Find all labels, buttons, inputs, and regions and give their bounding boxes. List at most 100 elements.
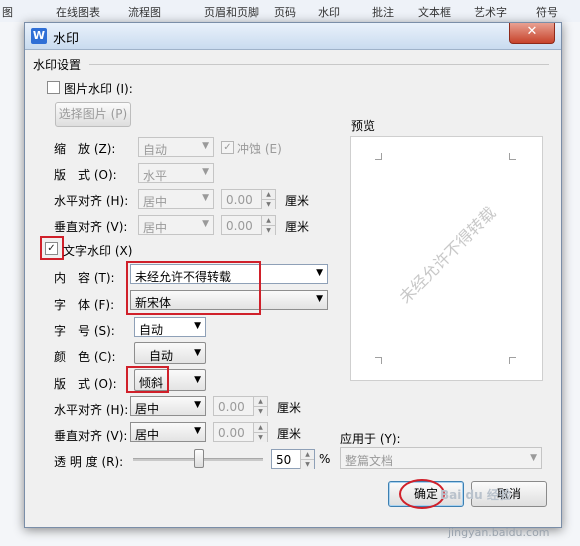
- chevron-down-icon: ▼: [202, 167, 209, 177]
- chevron-down-icon: ▼: [202, 141, 209, 151]
- color-picker[interactable]: 自动 ▼: [134, 342, 206, 364]
- select-picture-button[interactable]: 选择图片 (P): [55, 102, 131, 127]
- apply-to-label: 应用于 (Y):: [340, 432, 401, 446]
- apply-to-select[interactable]: 整篇文档 ▼: [340, 447, 542, 469]
- spin-up-icon[interactable]: ▲: [253, 423, 267, 432]
- background-ribbon: 图 在线图表 流程图 页眉和页脚 页码 水印 批注 文本框 艺术字 符号: [0, 0, 580, 23]
- picture-h-unit: 厘米: [285, 194, 310, 208]
- picture-v-offset-value: 0.00: [226, 219, 253, 233]
- spin-down-icon[interactable]: ▼: [261, 225, 275, 235]
- font-label: 字 体 (F):: [54, 298, 115, 312]
- dialog-titlebar[interactable]: W 水印 ✕: [25, 23, 561, 50]
- picture-h-align-select[interactable]: 居中 ▼: [138, 189, 214, 209]
- text-v-align-label: 垂直对齐 (V):: [54, 429, 128, 443]
- spin-down-icon[interactable]: ▼: [300, 459, 314, 469]
- text-h-align-value: 居中: [135, 402, 160, 416]
- content-label: 内 容 (T):: [54, 271, 115, 285]
- text-h-align-label: 水平对齐 (H):: [54, 403, 129, 417]
- text-watermark-label: 文字水印 (X): [63, 244, 133, 258]
- picture-v-offset-spinner[interactable]: 0.00 ▲ ▼: [221, 215, 276, 235]
- text-v-align-value: 居中: [135, 428, 160, 442]
- apply-to-value: 整篇文档: [345, 454, 394, 468]
- ribbon-item: 批注: [372, 6, 394, 19]
- baidu-logo-watermark: Bai du 经验: [440, 488, 511, 502]
- text-v-offset-spinner[interactable]: 0.00 ▲ ▼: [213, 422, 268, 442]
- highlight-content-font-annotation: [126, 261, 261, 315]
- ribbon-item: 图: [2, 6, 13, 19]
- wps-app-icon: W: [31, 28, 47, 44]
- highlight-checkbox-annotation: [40, 236, 64, 260]
- margin-corner-mark: [375, 153, 382, 160]
- washout-checkbox[interactable]: ✓: [221, 141, 234, 154]
- washout-label: 冲蚀 (E): [237, 142, 282, 156]
- spin-down-icon[interactable]: ▼: [253, 432, 267, 442]
- chevron-down-icon: ▼: [202, 193, 209, 203]
- scale-value: 自动: [143, 143, 168, 157]
- transparency-slider-thumb[interactable]: [194, 449, 204, 468]
- ribbon-item: 流程图: [128, 6, 161, 19]
- text-layout-label: 版 式 (O):: [54, 377, 117, 391]
- preview-area: 未经允许不得转载: [350, 136, 543, 381]
- highlight-layout-annotation: [126, 366, 169, 393]
- text-v-unit: 厘米: [277, 427, 302, 441]
- chevron-down-icon: ▼: [194, 400, 201, 410]
- ribbon-item: 符号: [536, 6, 558, 19]
- ribbon-item: 页码: [274, 6, 296, 19]
- text-h-align-select[interactable]: 居中 ▼: [130, 396, 206, 416]
- spin-up-icon[interactable]: ▲: [253, 397, 267, 406]
- picture-v-unit: 厘米: [285, 220, 310, 234]
- transparency-label: 透 明 度 (R):: [54, 455, 124, 469]
- chevron-down-icon: ▼: [194, 348, 201, 358]
- transparency-unit: %: [319, 452, 331, 466]
- ribbon-item: 在线图表: [56, 6, 100, 19]
- close-button[interactable]: ✕: [509, 23, 555, 44]
- picture-layout-select[interactable]: 水平 ▼: [138, 163, 214, 183]
- preview-label: 预览: [351, 119, 376, 133]
- text-h-offset-spinner[interactable]: 0.00 ▲ ▼: [213, 396, 268, 416]
- transparency-value: 50: [276, 453, 292, 467]
- spin-up-icon[interactable]: ▲: [300, 450, 314, 459]
- picture-layout-label: 版 式 (O):: [54, 168, 117, 182]
- picture-v-align-label: 垂直对齐 (V):: [54, 220, 128, 234]
- group-divider: [89, 64, 549, 65]
- picture-watermark-checkbox[interactable]: [47, 81, 60, 94]
- margin-corner-mark: [509, 357, 516, 364]
- ribbon-item: 文本框: [418, 6, 451, 19]
- picture-h-align-label: 水平对齐 (H):: [54, 194, 129, 208]
- color-label: 颜 色 (C):: [54, 350, 116, 364]
- chevron-down-icon: ▼: [194, 426, 201, 436]
- text-v-offset-value: 0.00: [218, 426, 245, 440]
- scale-select[interactable]: 自动 ▼: [138, 137, 214, 157]
- ribbon-item: 水印: [318, 6, 340, 19]
- dialog-title: 水印: [53, 32, 80, 47]
- picture-v-align-select[interactable]: 居中 ▼: [138, 215, 214, 235]
- spin-up-icon[interactable]: ▲: [261, 216, 275, 225]
- chevron-down-icon: ▼: [194, 321, 201, 331]
- watermark-dialog: W 水印 ✕ 水印设置 图片水印 (I): 选择图片 (P) 缩 放 (Z): …: [24, 22, 562, 528]
- color-value: 自动: [149, 349, 174, 363]
- size-select[interactable]: 自动 ▼: [134, 317, 206, 337]
- spin-down-icon[interactable]: ▼: [253, 406, 267, 416]
- picture-watermark-label: 图片水印 (I):: [64, 82, 133, 96]
- spin-down-icon[interactable]: ▼: [261, 199, 275, 209]
- picture-h-offset-value: 0.00: [226, 193, 253, 207]
- text-h-offset-value: 0.00: [218, 400, 245, 414]
- picture-v-align-value: 居中: [143, 221, 168, 235]
- transparency-spinner[interactable]: 50 ▲ ▼: [271, 449, 315, 469]
- text-v-align-select[interactable]: 居中 ▼: [130, 422, 206, 442]
- ribbon-item: 艺术字: [474, 6, 507, 19]
- spin-up-icon[interactable]: ▲: [261, 190, 275, 199]
- picture-h-offset-spinner[interactable]: 0.00 ▲ ▼: [221, 189, 276, 209]
- document-background-left: [0, 22, 24, 546]
- highlight-ok-annotation: [399, 479, 445, 509]
- size-value: 自动: [139, 323, 164, 337]
- chevron-down-icon: ▼: [194, 375, 201, 385]
- margin-corner-mark: [509, 153, 516, 160]
- picture-layout-value: 水平: [143, 169, 168, 183]
- size-label: 字 号 (S):: [54, 324, 115, 338]
- chevron-down-icon: ▼: [316, 268, 323, 278]
- document-background-right: [560, 22, 580, 546]
- group-title: 水印设置: [33, 58, 82, 72]
- margin-corner-mark: [375, 357, 382, 364]
- preview-watermark-text: 未经允许不得转载: [395, 203, 500, 308]
